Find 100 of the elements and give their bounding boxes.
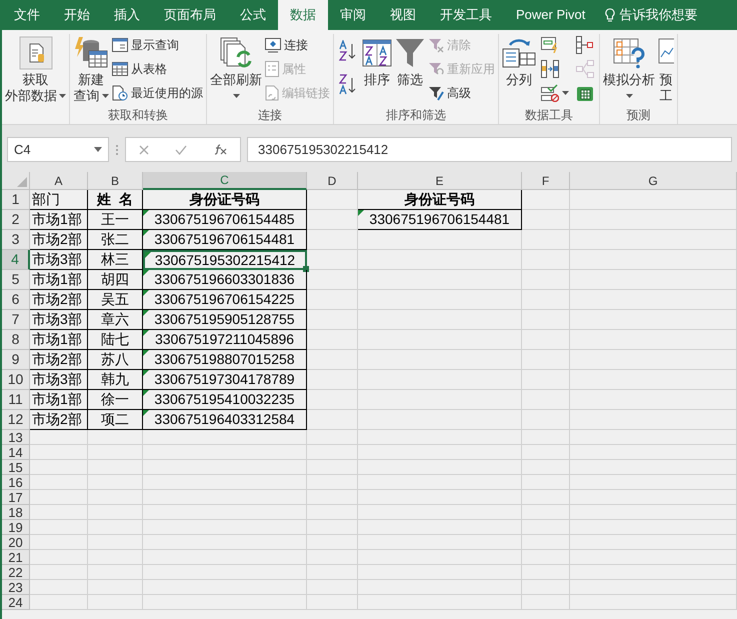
- table-cell[interactable]: 330675197304178789: [143, 370, 307, 390]
- ribbon-tab[interactable]: 审阅: [328, 0, 378, 30]
- table-cell[interactable]: 市场3部: [30, 310, 88, 330]
- grid-cell[interactable]: [358, 250, 522, 270]
- grid-cell[interactable]: [570, 230, 737, 250]
- table-cell[interactable]: 330675196706154485: [143, 210, 307, 230]
- grid-cell[interactable]: [30, 430, 88, 445]
- table-cell[interactable]: 韩九: [88, 370, 143, 390]
- ribbon-tab[interactable]: 公式: [228, 0, 278, 30]
- row-header[interactable]: 14: [2, 445, 30, 460]
- row-header[interactable]: 24: [2, 595, 30, 610]
- grid-cell[interactable]: [30, 535, 88, 550]
- grid-cell[interactable]: [143, 550, 307, 565]
- grid-cell[interactable]: [307, 410, 358, 430]
- row-header[interactable]: 5: [2, 270, 30, 290]
- table-cell[interactable]: 市场2部: [30, 230, 88, 250]
- row-header[interactable]: 22: [2, 565, 30, 580]
- grid-cell[interactable]: [30, 490, 88, 505]
- grid-cell[interactable]: [307, 210, 358, 230]
- grid-cell[interactable]: [570, 270, 737, 290]
- grid-cell[interactable]: [358, 310, 522, 330]
- table-cell[interactable]: 市场3部: [30, 370, 88, 390]
- grid-cell[interactable]: [88, 460, 143, 475]
- ribbon-button[interactable]: 从表格: [112, 58, 203, 80]
- column-header[interactable]: C: [143, 172, 307, 190]
- row-header[interactable]: 19: [2, 520, 30, 535]
- row-header[interactable]: 17: [2, 490, 30, 505]
- grid-cell[interactable]: [570, 490, 737, 505]
- table-cell[interactable]: 市场3部: [30, 250, 88, 270]
- function-icon[interactable]: [214, 144, 227, 155]
- ribbon-button[interactable]: 连接: [265, 34, 330, 56]
- grid-cell[interactable]: [30, 475, 88, 490]
- table-cell[interactable]: 市场2部: [30, 410, 88, 430]
- row-header[interactable]: 3: [2, 230, 30, 250]
- grid-cell[interactable]: [307, 270, 358, 290]
- grid-cell[interactable]: [307, 310, 358, 330]
- grid-cell[interactable]: [143, 430, 307, 445]
- table-cell[interactable]: 部门: [30, 190, 88, 210]
- grid-cell[interactable]: [522, 490, 570, 505]
- row-header[interactable]: 1: [2, 190, 30, 210]
- grid-cell[interactable]: [143, 445, 307, 460]
- grid-cell[interactable]: [522, 520, 570, 535]
- grid-cell[interactable]: [570, 390, 737, 410]
- column-header[interactable]: F: [522, 172, 570, 190]
- table-cell[interactable]: 项二: [88, 410, 143, 430]
- table-cell[interactable]: 张二: [88, 230, 143, 250]
- ribbon-tab[interactable]: Power Pivot: [504, 0, 598, 30]
- grid-cell[interactable]: [30, 595, 88, 610]
- grid-cell[interactable]: [358, 350, 522, 370]
- grid-cell[interactable]: [143, 520, 307, 535]
- row-header[interactable]: 6: [2, 290, 30, 310]
- grid-cell[interactable]: [143, 460, 307, 475]
- grid-cell[interactable]: [522, 190, 570, 210]
- row-header[interactable]: 13: [2, 430, 30, 445]
- grid-cell[interactable]: [358, 580, 522, 595]
- table-cell[interactable]: 吴五: [88, 290, 143, 310]
- grid-cell[interactable]: [307, 330, 358, 350]
- grid-cell[interactable]: [570, 210, 737, 230]
- grid-cell[interactable]: [570, 520, 737, 535]
- grid-cell[interactable]: [570, 190, 737, 210]
- grid-cell[interactable]: [30, 505, 88, 520]
- table-cell[interactable]: 330675196403312584: [143, 410, 307, 430]
- grid-cell[interactable]: [570, 580, 737, 595]
- row-header[interactable]: 18: [2, 505, 30, 520]
- column-header[interactable]: D: [307, 172, 358, 190]
- grid-cell[interactable]: [307, 565, 358, 580]
- grid-cell[interactable]: [358, 390, 522, 410]
- row-header[interactable]: 21: [2, 550, 30, 565]
- table-cell[interactable]: 市场1部: [30, 390, 88, 410]
- row-header[interactable]: 4: [2, 250, 30, 270]
- grid-cell[interactable]: [570, 595, 737, 610]
- ribbon-button[interactable]: 排序: [362, 34, 392, 88]
- ribbon-tab[interactable]: 文件: [2, 0, 52, 30]
- cancel-icon[interactable]: [139, 144, 150, 154]
- grid-cell[interactable]: [358, 270, 522, 290]
- table-cell[interactable]: 市场1部: [30, 270, 88, 290]
- ribbon-button[interactable]: 显示查询: [112, 34, 203, 56]
- grid-cell[interactable]: [143, 490, 307, 505]
- grid-cell[interactable]: [570, 410, 737, 430]
- grid-cell[interactable]: [30, 580, 88, 595]
- grid-cell[interactable]: [522, 350, 570, 370]
- grid-cell[interactable]: [522, 580, 570, 595]
- ribbon-button[interactable]: 高级: [428, 82, 495, 104]
- table-cell[interactable]: 苏八: [88, 350, 143, 370]
- grid-cell[interactable]: [522, 410, 570, 430]
- ribbon-tab[interactable]: 插入: [102, 0, 152, 30]
- grid-cell[interactable]: [570, 290, 737, 310]
- table-cell[interactable]: 330675197211045896: [143, 330, 307, 350]
- table-cell[interactable]: 林三: [88, 250, 143, 270]
- grid-cell[interactable]: [570, 250, 737, 270]
- grid-cell[interactable]: [88, 535, 143, 550]
- ribbon-button[interactable]: 模拟分析: [603, 34, 655, 104]
- grid-cell[interactable]: [522, 565, 570, 580]
- grid-cell[interactable]: [570, 550, 737, 565]
- table-cell[interactable]: 身份证号码: [143, 190, 307, 210]
- grid-cell[interactable]: [307, 290, 358, 310]
- name-box[interactable]: C4: [7, 137, 109, 162]
- grid-cell[interactable]: [522, 550, 570, 565]
- grid-cell[interactable]: [143, 475, 307, 490]
- row-header[interactable]: 7: [2, 310, 30, 330]
